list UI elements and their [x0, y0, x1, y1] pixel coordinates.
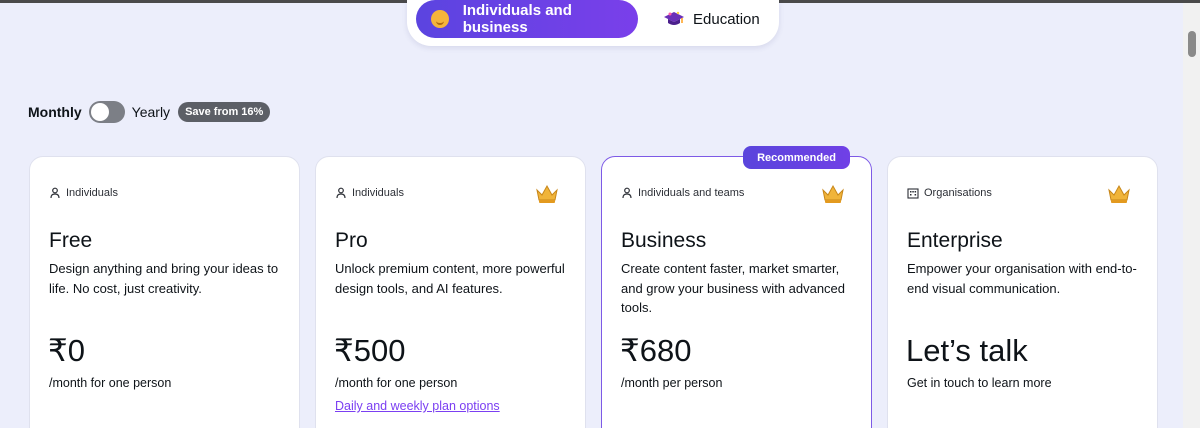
- plan-audience: Individuals: [335, 187, 404, 199]
- plan-description: Unlock premium content, more powerful de…: [335, 261, 565, 296]
- building-icon: [907, 187, 924, 199]
- plan-card-enterprise: Organisations Enterprise Empower your or…: [887, 156, 1158, 428]
- plan-card-business: Individuals and teams Business Create co…: [601, 156, 872, 428]
- plan-period: Get in touch to learn more: [907, 376, 1052, 390]
- plan-price: ₹0: [48, 333, 85, 368]
- scrollbar-thumb[interactable]: [1188, 31, 1196, 57]
- crown-icon: [534, 183, 560, 205]
- plan-description: Empower your organisation with end-to-en…: [907, 261, 1137, 296]
- tab-label: Education: [693, 10, 760, 28]
- plan-period: /month for one person: [49, 376, 172, 390]
- person-icon: [621, 187, 638, 199]
- crown-icon: [820, 183, 846, 205]
- monthly-label: Monthly: [28, 104, 82, 120]
- plan-description: Create content faster, market smarter, a…: [621, 261, 846, 315]
- plan-price: ₹680: [620, 333, 692, 368]
- plan-audience: Organisations: [907, 187, 992, 199]
- plan-name: Pro: [335, 229, 368, 252]
- yearly-label: Yearly: [131, 104, 171, 120]
- plan-period: /month for one person: [335, 376, 458, 390]
- billing-toggle[interactable]: [88, 101, 125, 123]
- person-icon: [49, 187, 66, 199]
- plan-audience: Individuals: [49, 187, 118, 199]
- page-scrollbar[interactable]: [1183, 3, 1200, 428]
- save-badge: Save from 16%: [178, 102, 271, 122]
- plan-card-free: Individuals Free Design anything and bri…: [29, 156, 300, 428]
- plan-period: /month per person: [621, 376, 723, 390]
- plan-audience-label: Individuals: [66, 187, 118, 199]
- plan-audience-label: Individuals: [352, 187, 404, 199]
- recommended-badge: Recommended: [743, 146, 850, 169]
- plan-price: ₹500: [334, 333, 406, 368]
- plan-audience-label: Individuals and teams: [638, 187, 745, 199]
- toggle-knob: [90, 103, 109, 121]
- plan-description: Design anything and bring your ideas to …: [49, 261, 279, 296]
- smile-emoji-icon: [431, 10, 449, 28]
- tab-label: Individuals and business: [462, 2, 572, 36]
- plan-price: Let’s talk: [906, 333, 1028, 368]
- crown-icon: [1106, 183, 1132, 205]
- graduation-cap-icon: [663, 10, 685, 28]
- plan-name: Free: [49, 229, 93, 252]
- plan-options-link[interactable]: Daily and weekly plan options: [335, 399, 500, 413]
- billing-period-selector: Monthly Yearly Save from 16%: [28, 100, 271, 124]
- plan-name: Enterprise: [907, 229, 1003, 252]
- audience-switcher: Individuals and business Education: [407, 0, 779, 46]
- plan-audience: Individuals and teams: [621, 187, 744, 199]
- plan-name: Business: [621, 229, 707, 252]
- person-icon: [335, 187, 352, 199]
- plan-card-pro: Individuals Pro Unlock premium content, …: [315, 156, 586, 428]
- plan-audience-label: Organisations: [924, 187, 992, 199]
- tab-individuals-and-business[interactable]: Individuals and business: [416, 0, 638, 38]
- tab-education[interactable]: Education: [660, 0, 770, 38]
